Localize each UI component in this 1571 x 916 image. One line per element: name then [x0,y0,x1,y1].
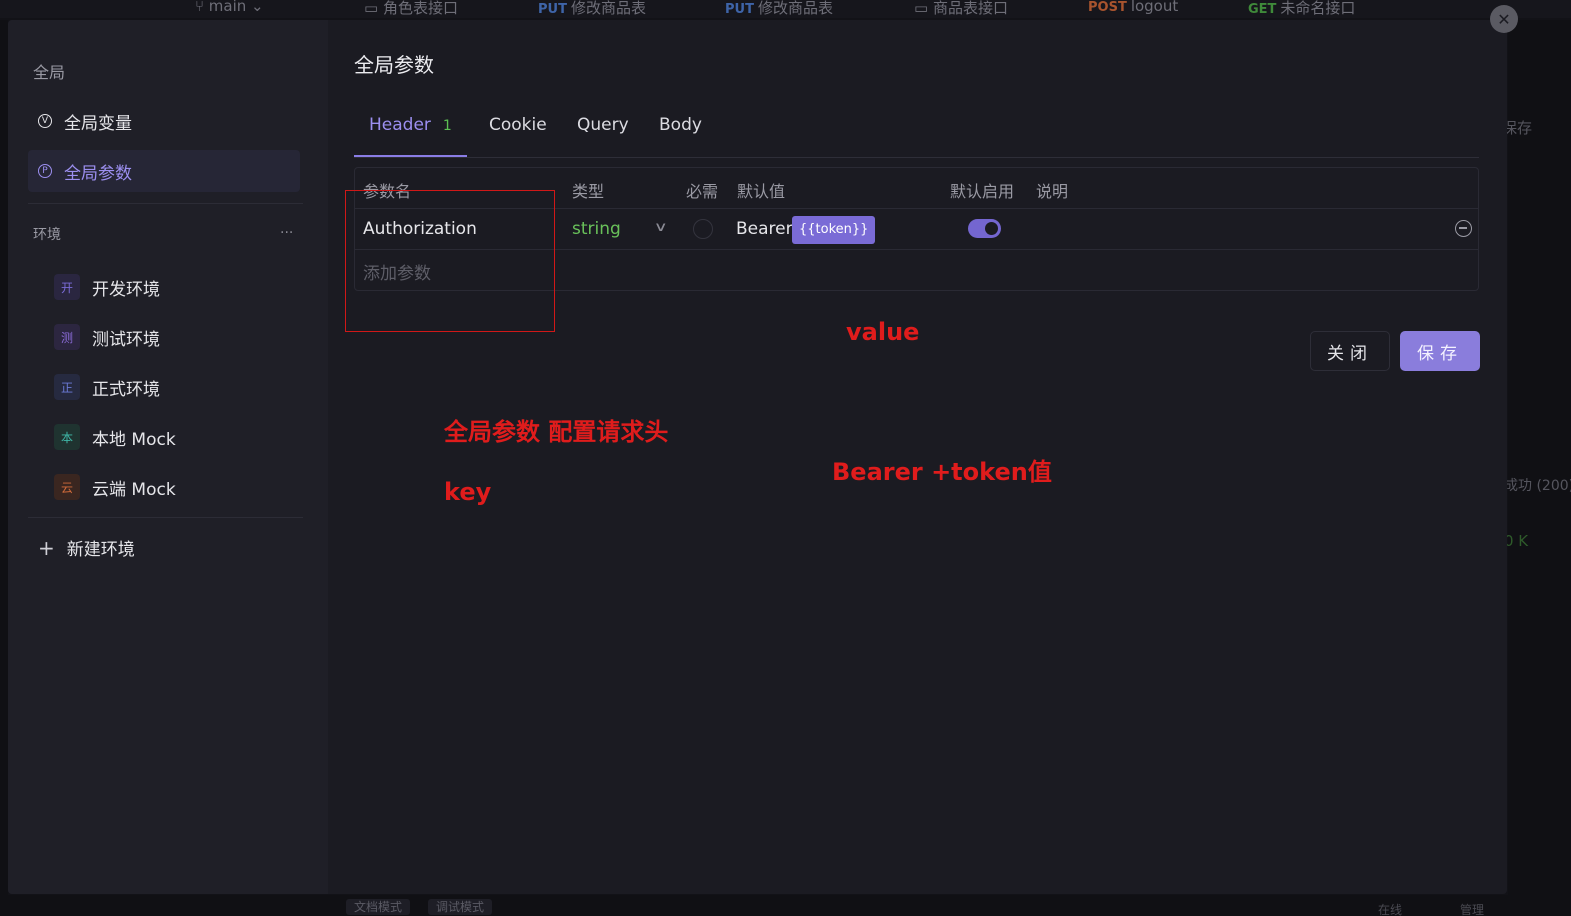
bg-manage: 管理 [1460,903,1485,916]
param-type-select[interactable]: string [572,219,621,239]
bg-size-text: 0 K [1504,532,1529,550]
tab-query[interactable]: Query [577,115,629,157]
background-status-bar: 文档模式 调试模式 在线 管理 [0,895,1571,916]
env-item-prod[interactable]: 正 正式环境 [54,369,160,405]
annotation-key-box [345,190,555,332]
required-checkbox[interactable] [693,219,713,239]
token-variable-tag[interactable]: {{token}} [792,216,876,244]
tab-cookie[interactable]: Cookie [489,115,547,157]
parameter-icon: P [38,164,52,178]
annotation-value: value [846,318,920,346]
close-icon[interactable]: ✕ [1490,5,1518,33]
tab-header[interactable]: Header 1 [354,115,467,157]
sidebar-divider [28,517,303,518]
column-header-default: 默认值 [737,182,786,201]
sidebar-item-label: 全局参数 [64,163,132,184]
column-header-enabled: 默认启用 [950,182,1015,201]
bg-doc-mode: 文档模式 [346,899,411,915]
page-title: 全局参数 [354,53,434,77]
tab-label: Body [659,115,702,135]
remove-row-icon[interactable] [1455,220,1472,237]
env-badge: 开 [54,274,80,300]
tab-count-badge: 1 [442,118,452,134]
variable-icon: V [38,114,52,128]
tab-label: Cookie [489,115,547,135]
global-section-title: 全局 [33,63,66,82]
folder-icon: ▭ [914,0,933,17]
sidebar-item-label: 全局变量 [64,113,132,134]
default-value-input[interactable]: Bearer [736,219,793,239]
column-header-description: 说明 [1036,182,1069,201]
new-env-label: 新建环境 [66,540,135,560]
folder-icon: ▭ [364,0,383,17]
annotation-key: key [444,478,492,506]
sidebar-divider [28,203,303,204]
env-item-test[interactable]: 测 测试环境 [54,319,160,355]
bg-tab-folder-goods: ▭ 商品表接口 [914,0,1008,17]
env-badge: 测 [54,324,80,350]
settings-sidebar: 全局 V 全局变量 P 全局参数 环境 ··· 开 开发环境 测 测试环境 正 … [8,20,328,894]
sidebar-item-global-params[interactable]: P 全局参数 [28,150,300,192]
more-options-icon[interactable]: ··· [280,225,293,241]
annotation-bearer: Bearer +token值 [832,458,1052,486]
env-label: 开发环境 [92,279,160,300]
tab-label: Query [577,115,629,135]
bg-tab-folder-roles: ▭ 角色表接口 [364,0,458,17]
close-button[interactable]: 关闭 [1310,331,1390,371]
column-header-required: 必需 [686,182,719,201]
env-badge: 本 [54,424,80,450]
env-badge: 正 [54,374,80,400]
column-header-type: 类型 [572,182,605,201]
background-right-panel: 保存 成功 (200) 0 K [1502,20,1571,916]
branch-selector: ⑂ main ⌄ [195,0,264,15]
param-tabs: Header 1 Cookie Query Body [354,107,1479,158]
env-label: 测试环境 [92,329,160,350]
plus-icon: + [38,535,55,560]
new-environment-button[interactable]: + 新建环境 [38,535,135,561]
env-label: 云端 Mock [92,479,176,500]
save-button[interactable]: 保存 [1400,331,1480,371]
env-item-dev[interactable]: 开 开发环境 [54,269,160,305]
env-item-cloud-mock[interactable]: 云 云端 Mock [54,469,176,505]
background-tab-bar: ⑂ main ⌄ ▭ 角色表接口 PUT 修改商品表 PUT 修改商品表 ▭ 商品表… [0,0,1571,18]
bg-tab-put-1: PUT 修改商品表 [538,0,646,17]
env-label: 正式环境 [92,379,160,400]
env-section-title: 环境 [33,227,61,243]
bg-tab-put-2: PUT 修改商品表 [725,0,833,17]
global-settings-modal: 全局 V 全局变量 P 全局参数 环境 ··· 开 开发环境 测 测试环境 正 … [8,20,1507,894]
tab-label: Header [369,115,431,135]
bg-tab-post-logout: POST logout [1088,0,1179,15]
bg-online: 在线 [1378,903,1403,916]
env-label: 本地 Mock [92,429,176,450]
sidebar-item-global-variables[interactable]: V 全局变量 [28,100,300,142]
env-badge: 云 [54,474,80,500]
env-item-local-mock[interactable]: 本 本地 Mock [54,419,176,455]
bg-status-text: 成功 (200) [1504,478,1571,494]
bg-tab-get: GET 未命名接口 [1248,0,1356,17]
bg-debug-mode: 调试模式 [428,899,493,915]
toggle-knob [985,222,998,235]
enabled-toggle[interactable] [968,219,1001,238]
tab-body[interactable]: Body [659,115,702,157]
background-left-panel [0,20,8,916]
annotation-title: 全局参数 配置请求头 [444,418,669,446]
chevron-down-icon[interactable]: ∨ [654,220,668,235]
